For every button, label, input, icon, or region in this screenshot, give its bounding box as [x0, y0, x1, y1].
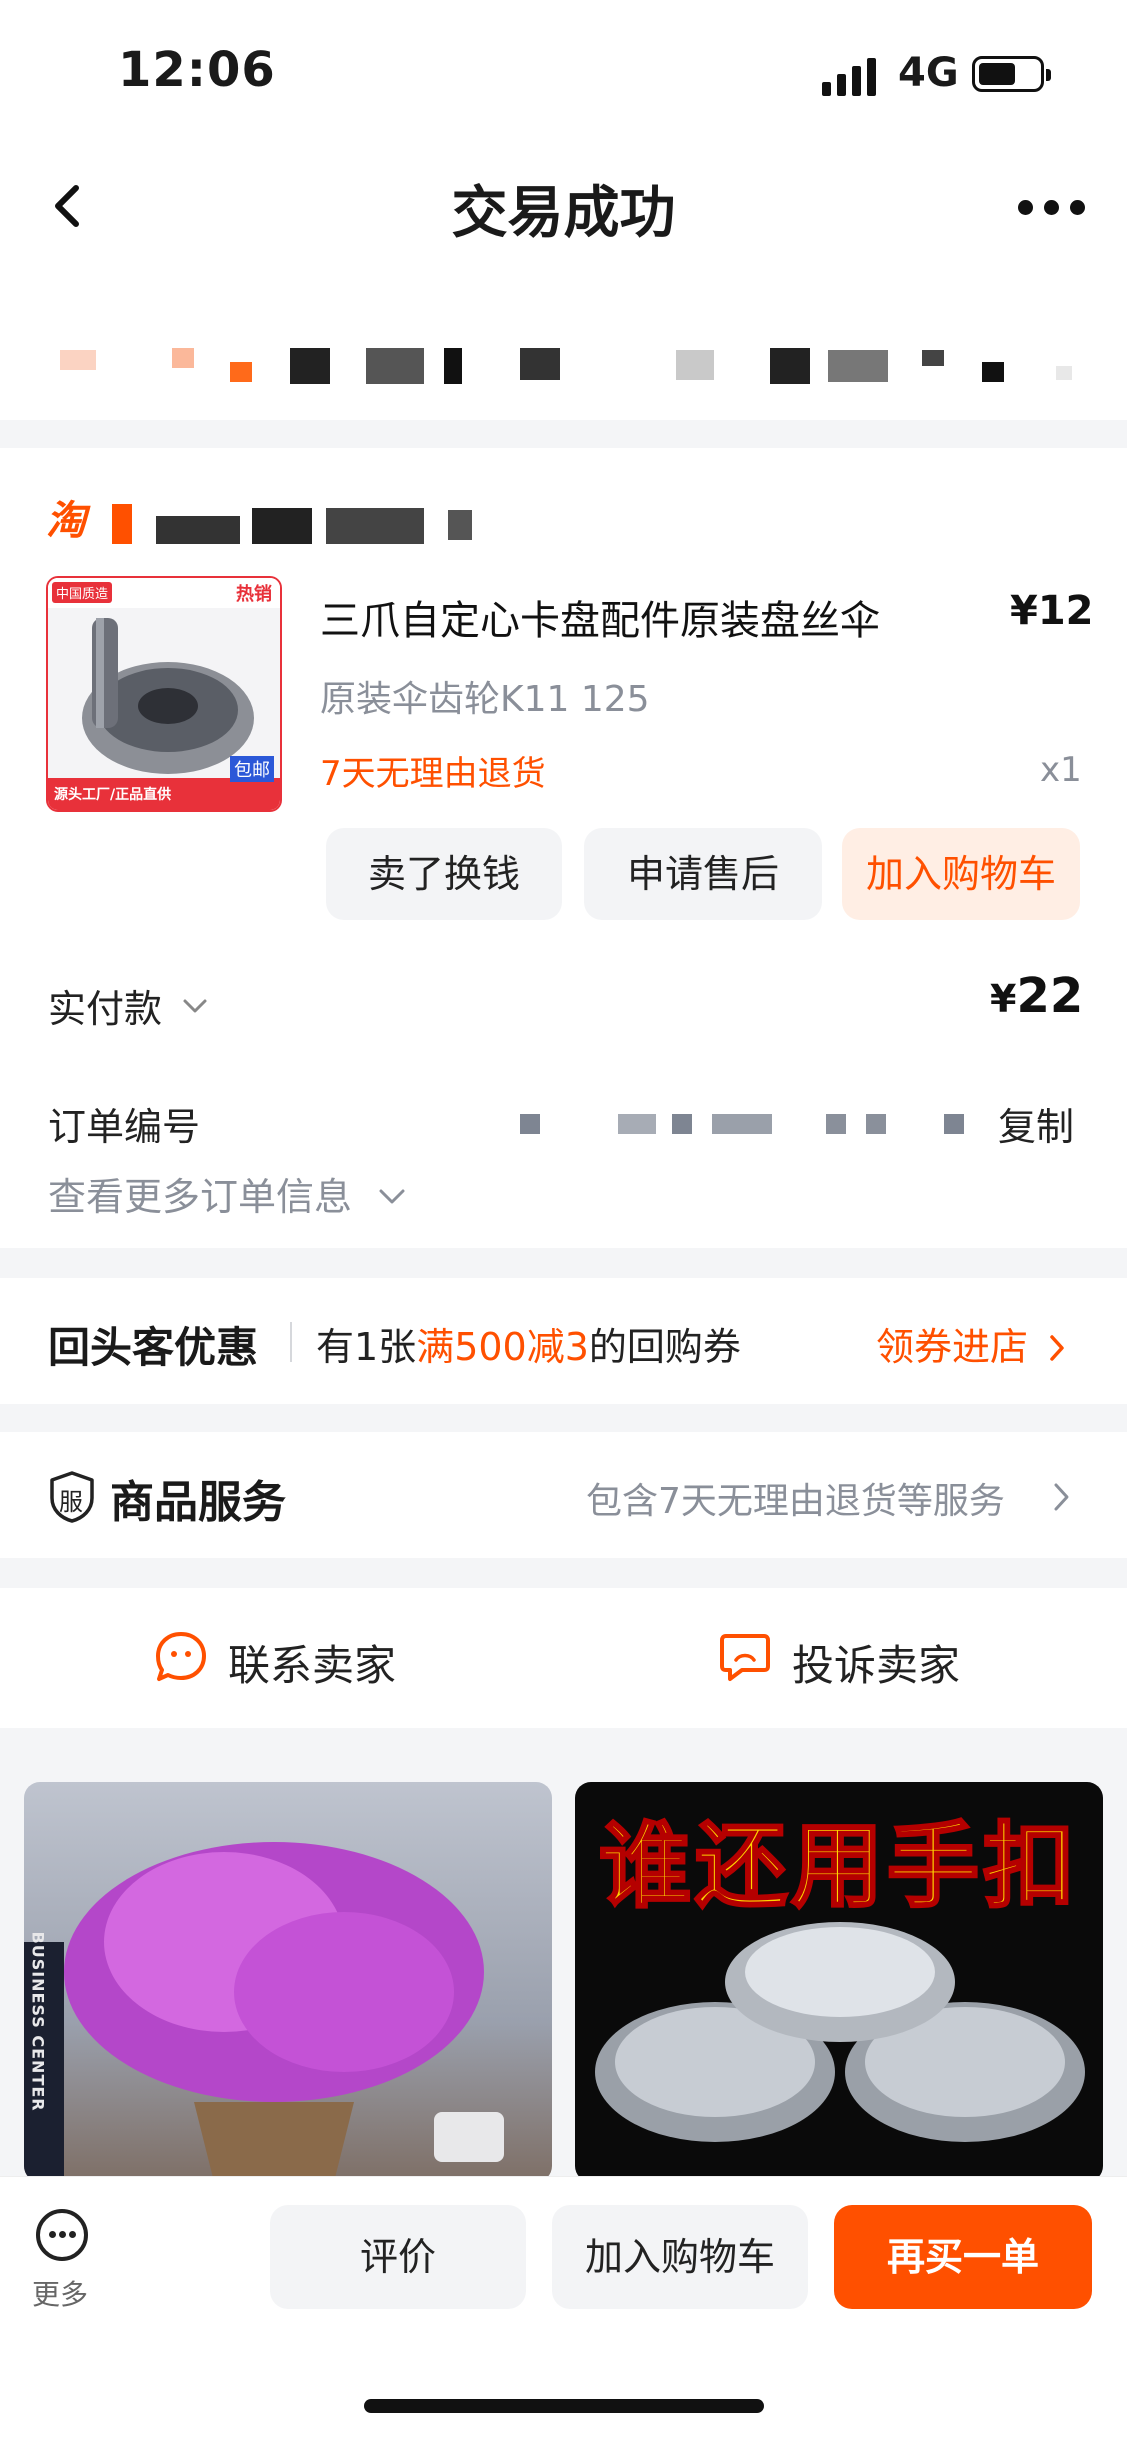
chevron-right-icon: [1054, 1483, 1069, 1511]
order-card: 淘 中国质造 热销 源头工厂/正品直供 包邮 三爪自定心卡盘配件原装盘丝伞 ¥1…: [0, 448, 1127, 1248]
recommended-item-flowers[interactable]: BUSINESS CENTER: [24, 1782, 552, 2182]
add-to-cart-button[interactable]: 加入购物车: [842, 828, 1080, 920]
buy-again-button[interactable]: 再买一单: [834, 2205, 1092, 2309]
paid-amount: ¥22: [990, 968, 1083, 1024]
contact-seller-button[interactable]: 联系卖家: [150, 1588, 450, 1728]
service-title: 商品服务: [110, 1477, 286, 1528]
chat-smile-icon: [156, 1632, 206, 1681]
paid-amount-value: 22: [1016, 968, 1084, 1024]
book-spine-text: BUSINESS CENTER: [28, 1931, 48, 2112]
return-policy-tag: 7天无理由退货: [320, 754, 546, 794]
chevron-down-icon[interactable]: [182, 996, 208, 1016]
network-type: 4G: [898, 50, 959, 96]
claim-coupon-label: 领券进店: [876, 1325, 1029, 1369]
divider: [290, 1322, 292, 1362]
complain-seller-button[interactable]: 投诉卖家: [714, 1588, 1014, 1728]
paid-amount-label[interactable]: 实付款: [48, 978, 162, 1033]
complaint-icon: [720, 1634, 770, 1681]
bottom-add-to-cart-button[interactable]: 加入购物车: [552, 2205, 808, 2309]
more-options-icon[interactable]: [1018, 198, 1088, 218]
product-price: ¥12: [1010, 588, 1094, 634]
signal-icon: [822, 56, 882, 96]
claim-coupon-link[interactable]: 领券进店: [876, 1316, 1068, 1371]
review-button[interactable]: 评价: [270, 2205, 526, 2309]
shop-logo: 淘: [46, 498, 86, 544]
product-title[interactable]: 三爪自定心卡盘配件原装盘丝伞: [320, 588, 880, 646]
product-image-footer: 源头工厂/正品直供: [54, 787, 172, 803]
battery-icon: [972, 56, 1051, 92]
service-description: 包含7天无理由退货等服务: [586, 1481, 1005, 1522]
order-number-label: 订单编号: [48, 1105, 201, 1149]
coupon-highlight: 满500减3: [416, 1325, 589, 1369]
more-order-info-link[interactable]: 查看更多订单信息: [48, 1166, 352, 1221]
product-image-badge-left: 中国质造: [52, 582, 113, 603]
service-icon-text: 服: [59, 1488, 83, 1516]
product-quantity: x1: [1040, 750, 1082, 790]
strainer-image: [595, 1922, 1085, 2142]
more-icon[interactable]: [36, 2209, 88, 2261]
status-time: 12:06: [118, 42, 276, 98]
product-image-footer-right: 包邮: [230, 756, 274, 782]
service-section[interactable]: 服 商品服务 包含7天无理由退货等服务: [0, 1432, 1127, 1558]
recommended-item-strainer[interactable]: 谁还用手扣: [575, 1782, 1103, 2182]
chevron-down-icon[interactable]: [378, 1186, 406, 1206]
chevron-right-icon: [1050, 1335, 1064, 1361]
home-indicator: [364, 2399, 764, 2413]
contact-seller-label: 联系卖家: [228, 1641, 397, 1690]
nav-bar: 交易成功: [0, 140, 1127, 270]
coupon-text-suffix: 的回购券: [588, 1325, 741, 1369]
more-label[interactable]: 更多: [32, 2273, 88, 2313]
product-image-badge-right: 热销: [236, 584, 272, 605]
coupon-text-prefix: 有1张: [316, 1325, 417, 1369]
obscured-banner: [0, 270, 1127, 420]
currency-symbol: ¥: [990, 977, 1017, 1021]
page-title: 交易成功: [451, 181, 676, 246]
shop-name-obscured[interactable]: [112, 504, 542, 544]
sell-button[interactable]: 卖了换钱: [326, 828, 562, 920]
after-sale-button[interactable]: 申请售后: [584, 828, 822, 920]
order-number-obscured: [520, 1114, 970, 1136]
copy-order-number-button[interactable]: 复制: [998, 1096, 1074, 1151]
product-spec: 原装伞齿轮K11 125: [320, 679, 650, 720]
contact-section: 联系卖家 投诉卖家: [0, 1588, 1127, 1728]
return-customer-section: 回头客优惠 有1张满500减3的回购券 领券进店: [0, 1278, 1127, 1404]
complain-seller-label: 投诉卖家: [792, 1641, 961, 1690]
return-customer-title: 回头客优惠: [48, 1323, 259, 1372]
bottom-action-bar: 更多 评价 加入购物车 再买一单: [0, 2176, 1127, 2441]
status-bar: 12:06 4G: [0, 0, 1127, 140]
product-image[interactable]: 中国质造 热销 源头工厂/正品直供 包邮: [46, 576, 282, 812]
coupon-description: 有1张满500减3的回购券: [316, 1316, 741, 1371]
flowers-image: [24, 1842, 504, 2182]
